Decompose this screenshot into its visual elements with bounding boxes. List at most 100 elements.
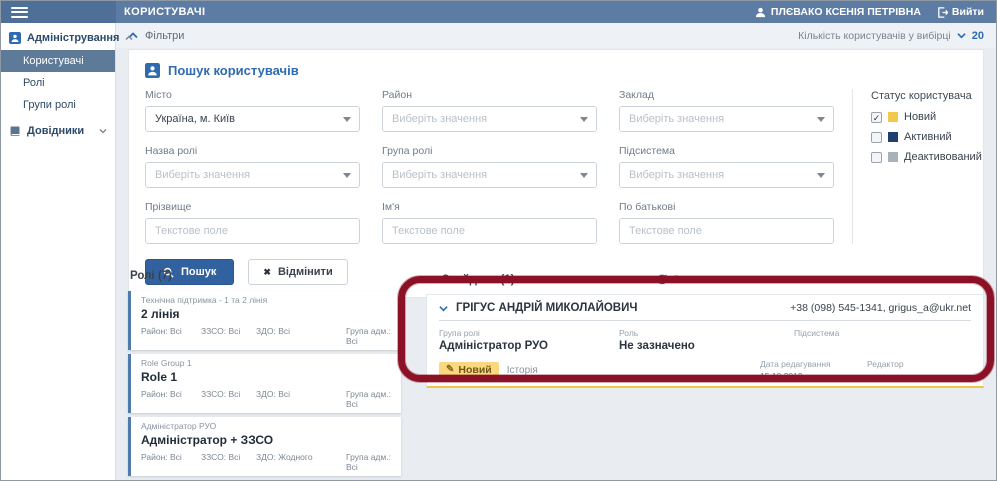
sidebar-item-users[interactable]: Користувачі xyxy=(1,50,115,72)
hamburger-menu-icon[interactable] xyxy=(11,7,28,18)
current-user-button[interactable]: ПЛЄВАКО КСЕНІЯ ПЕТРІВНА xyxy=(755,6,921,18)
role-meta: Район: ВсіЗЗСО: ВсіЗДО: ВсіГрупа адм.: В… xyxy=(141,326,391,346)
status-option-deactivated[interactable]: Деактивований xyxy=(871,151,997,163)
subsystem-label: Підсистема xyxy=(794,328,971,338)
checkbox-deactivated[interactable] xyxy=(871,152,882,163)
search-form: Місто Район Заклад Назва ролі xyxy=(145,89,967,244)
role-zzso: ЗЗСО: Всі xyxy=(201,389,256,409)
search-fields: Місто Район Заклад Назва ролі xyxy=(145,89,834,244)
role-zzso: ЗЗСО: Всі xyxy=(201,452,256,472)
status-option-active[interactable]: Активний xyxy=(871,131,997,143)
found-users-header: Знайдено (1) Оновити xyxy=(426,272,984,287)
chevron-down-icon xyxy=(426,276,435,283)
status-color-active xyxy=(888,132,898,142)
edit-date-block: Дата редагування 15.10.2019 xyxy=(760,359,831,381)
status-option-new[interactable]: ✓ Новий xyxy=(871,111,997,123)
refresh-label: Оновити xyxy=(672,274,720,286)
history-link[interactable]: Історія xyxy=(507,365,538,376)
role-value: Не зазначено xyxy=(619,340,794,352)
book-icon xyxy=(9,125,21,137)
filters-label: Фільтри xyxy=(145,30,184,42)
topbar-left-segment xyxy=(1,1,116,23)
user-contact: +38 (098) 545-1341, grigus_a@ukr.net xyxy=(790,302,971,314)
sidebar-section-directories[interactable]: Довідники xyxy=(1,116,115,143)
refresh-icon xyxy=(657,274,668,285)
field-role-name-label: Назва ролі xyxy=(145,145,360,157)
found-users-toggle[interactable]: Знайдено (1) xyxy=(426,274,515,286)
user-role-group-block: Група ролі Адміністратор РУО xyxy=(439,328,619,352)
name-input[interactable] xyxy=(382,218,597,244)
role-card[interactable]: Role Group 1 Role 1 Район: ВсіЗЗСО: ВсіЗ… xyxy=(128,354,401,413)
city-select[interactable] xyxy=(145,106,360,132)
status-label-active: Активний xyxy=(904,131,952,143)
status-label-new: Новий xyxy=(904,111,936,123)
institution-select[interactable] xyxy=(619,106,834,132)
status-color-deactivated xyxy=(888,152,898,162)
status-badge[interactable]: ✎ Новий xyxy=(439,362,499,379)
chevron-up-icon xyxy=(125,35,133,41)
page-title: КОРИСТУВАЧІ xyxy=(124,6,205,18)
field-institution-label: Заклад xyxy=(619,89,834,101)
user-icon xyxy=(755,7,766,18)
role-group-value: Адміністратор РУО xyxy=(439,340,619,352)
checkbox-active[interactable] xyxy=(871,132,882,143)
status-badge-label: Новий xyxy=(458,364,491,376)
filters-toggle[interactable]: Фільтри xyxy=(128,30,184,42)
role-name-select[interactable] xyxy=(145,162,360,188)
logout-button[interactable]: Вийти xyxy=(937,6,984,18)
role-group-select[interactable] xyxy=(382,162,597,188)
user-card[interactable]: ГРІГУС АНДРІЙ МИКОЛАЙОВИЧ +38 (098) 545-… xyxy=(426,294,984,388)
subsystem-select[interactable] xyxy=(619,162,834,188)
user-status-filter: Статус користувача ✓ Новий Активний xyxy=(852,89,997,244)
refresh-button[interactable]: Оновити xyxy=(657,274,720,286)
user-role-block: Роль Не зазначено xyxy=(619,328,794,352)
checkbox-new[interactable]: ✓ xyxy=(871,112,882,123)
role-zdo: ЗДО: Жодного xyxy=(256,452,346,472)
search-panel-header: Пошук користувачів xyxy=(145,63,967,78)
role-zzso: ЗЗСО: Всі xyxy=(201,326,256,346)
topbar-right: ПЛЄВАКО КСЕНІЯ ПЕТРІВНА Вийти xyxy=(755,6,996,18)
sidebar: Адміністрування Користувачі Ролі Групи р… xyxy=(1,23,116,480)
sidebar-item-role-groups[interactable]: Групи ролі xyxy=(1,94,115,116)
selection-count-value: 20 xyxy=(972,30,984,42)
user-card-header[interactable]: ГРІГУС АНДРІЙ МИКОЛАЙОВИЧ +38 (098) 545-… xyxy=(439,302,971,321)
district-select[interactable] xyxy=(382,106,597,132)
user-status-title: Статус користувача xyxy=(871,90,997,102)
user-search-icon xyxy=(145,63,160,78)
field-city: Місто xyxy=(145,89,360,132)
field-district-label: Район xyxy=(382,89,597,101)
user-details: Група ролі Адміністратор РУО Роль Не заз… xyxy=(439,328,971,352)
selection-count-control[interactable]: Кількість користувачів у вибірці 20 xyxy=(798,30,984,42)
role-group-label: Адміністратор РУО xyxy=(141,421,391,432)
role-district: Район: Всі xyxy=(141,452,201,472)
field-district: Район xyxy=(382,89,597,132)
main-content: Фільтри Кількість користувачів у вибірці… xyxy=(116,23,996,480)
top-bar: КОРИСТУВАЧІ ПЛЄВАКО КСЕНІЯ ПЕТРІВНА Вийт… xyxy=(1,1,996,23)
field-role-name: Назва ролі xyxy=(145,145,360,188)
sidebar-section-administration[interactable]: Адміністрування xyxy=(1,23,115,50)
roles-header: Ролі (7) xyxy=(130,270,401,282)
search-panel-title: Пошук користувачів xyxy=(168,63,299,78)
sidebar-item-roles[interactable]: Ролі xyxy=(1,72,115,94)
surname-input[interactable] xyxy=(145,218,360,244)
sidebar-section-label: Довідники xyxy=(27,125,84,137)
edit-date-value: 15.10.2019 xyxy=(760,371,831,381)
role-card[interactable]: Адміністратор РУО Адміністратор + ЗЗСО Р… xyxy=(128,417,401,476)
field-patronymic: По батькові xyxy=(619,201,834,244)
role-adm-group: Група адм.: Всі xyxy=(346,452,391,472)
field-subsystem-label: Підсистема xyxy=(619,145,834,157)
role-label: Роль xyxy=(619,328,794,338)
field-role-group-label: Група ролі xyxy=(382,145,597,157)
edit-date-label: Дата редагування xyxy=(760,359,831,369)
role-group-label: Технічна підтримка - 1 та 2 лінія xyxy=(141,295,391,306)
chevron-down-icon xyxy=(99,128,107,134)
status-color-new xyxy=(888,112,898,122)
field-patronymic-label: По батькові xyxy=(619,201,834,213)
search-panel: Пошук користувачів Місто Район Заклад xyxy=(128,49,984,298)
patronymic-input[interactable] xyxy=(619,218,834,244)
chevron-down-icon xyxy=(957,32,966,39)
app-window: КОРИСТУВАЧІ ПЛЄВАКО КСЕНІЯ ПЕТРІВНА Вийт… xyxy=(0,0,997,481)
role-card[interactable]: Технічна підтримка - 1 та 2 лінія 2 ліні… xyxy=(128,291,401,350)
role-meta: Район: ВсіЗЗСО: ВсіЗДО: ЖодногоГрупа адм… xyxy=(141,452,391,472)
chevron-down-icon xyxy=(439,305,448,312)
